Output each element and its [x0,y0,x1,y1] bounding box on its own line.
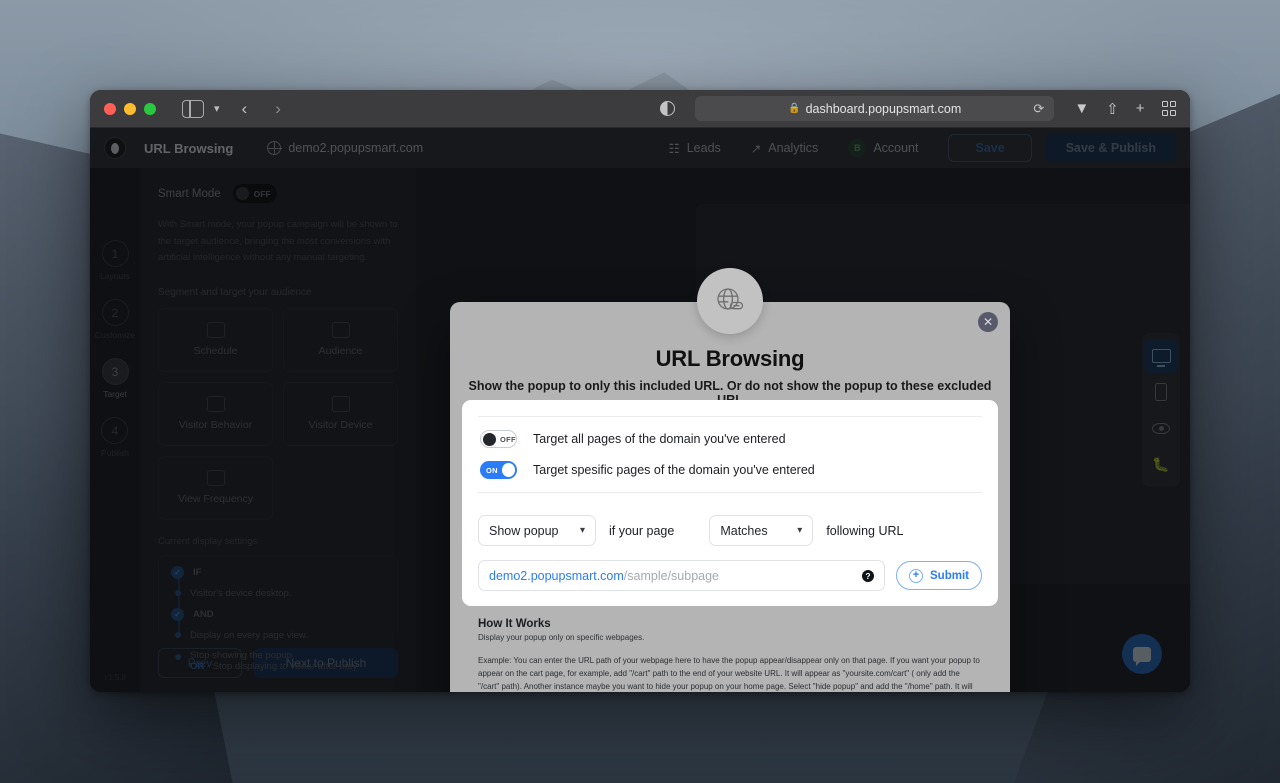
window-controls[interactable] [104,102,156,115]
browser-window: ▾ ‹ › 🔒 dashboard.popupsmart.com ⟳ ▼︎ ⇧ … [90,90,1190,692]
chevron-down-icon: ▾ [797,525,803,536]
target-all-pages-row: OFF Target all pages of the domain you'v… [478,417,982,461]
downloads-icon[interactable]: ▼︎ [1074,100,1089,117]
target-all-pages-toggle[interactable]: OFF [480,430,517,448]
address-bar-text: dashboard.popupsmart.com [805,101,962,116]
how-it-works-description: Display your popup only on specific webp… [478,633,645,642]
close-icon[interactable]: ✕ [978,312,998,332]
target-all-pages-label: Target all pages of the domain you've en… [533,432,786,446]
how-it-works-section: How It Works Display your popup only on … [478,618,982,692]
url-host: demo2.popupsmart.com [489,568,624,583]
how-it-works-title: How It Works [478,618,551,630]
how-it-works-example: Example: You can enter the URL path of y… [478,656,980,691]
rule-mid-text: if your page [609,523,675,538]
globe-link-icon [697,268,763,334]
app-page: URL Browsing demo2.popupsmart.com ☷ Lead… [90,128,1190,692]
help-icon[interactable]: ? [862,569,875,582]
address-bar[interactable]: 🔒 dashboard.popupsmart.com ⟳ [695,96,1055,121]
share-icon[interactable]: ⇧ [1106,100,1119,118]
target-specific-pages-toggle[interactable]: ON [480,461,517,479]
back-arrow-icon[interactable]: ‹ [242,100,248,117]
toggle-knob [483,432,496,446]
rule-tail-text: following URL [826,523,904,538]
close-window-button[interactable] [104,102,116,115]
toggle-state: ON [486,465,498,475]
match-select[interactable]: Matches ▾ [709,515,814,546]
divider [478,492,982,493]
reload-icon[interactable]: ⟳ [1033,101,1044,117]
sidebar-toggle-icon[interactable] [182,99,204,118]
new-tab-icon[interactable]: + [1136,100,1145,117]
plus-circle-icon: + [909,568,924,583]
action-select-value: Show popup [489,523,559,538]
chevron-down-icon: ▾ [579,525,585,536]
target-specific-pages-row: ON Target spesific pages of the domain y… [478,461,982,492]
target-specific-pages-label: Target spesific pages of the domain you'… [533,463,815,477]
submit-label: Submit [930,569,969,582]
submit-button[interactable]: + Submit [896,561,982,590]
url-path: /sample/subpage [623,568,719,583]
match-select-value: Matches [720,523,768,538]
url-input-row: demo2.popupsmart.com /sample/subpage ? +… [478,560,982,591]
desktop-background: ▾ ‹ › 🔒 dashboard.popupsmart.com ⟳ ▼︎ ⇧ … [0,0,1280,783]
reader-view-icon[interactable] [660,101,676,116]
action-select[interactable]: Show popup ▾ [478,515,596,546]
forward-arrow-icon[interactable]: › [275,100,281,117]
lock-icon: 🔒 [788,103,801,114]
url-input[interactable]: demo2.popupsmart.com /sample/subpage ? [478,560,886,591]
rule-row: Show popup ▾ if your page Matches ▾ foll… [478,515,982,546]
tab-overview-icon[interactable] [1161,101,1177,116]
url-browsing-modal: ✕ URL Browsing Show the popup to only th… [450,268,1010,692]
modal-form-card: OFF Target all pages of the domain you'v… [462,400,998,606]
maximize-window-button[interactable] [144,102,156,115]
minimize-window-button[interactable] [124,102,136,115]
browser-toolbar: ▾ ‹ › 🔒 dashboard.popupsmart.com ⟳ ▼︎ ⇧ … [90,90,1190,128]
chevron-down-icon[interactable]: ▾ [214,102,220,115]
toggle-knob [501,463,515,477]
toggle-state: OFF [500,434,516,444]
